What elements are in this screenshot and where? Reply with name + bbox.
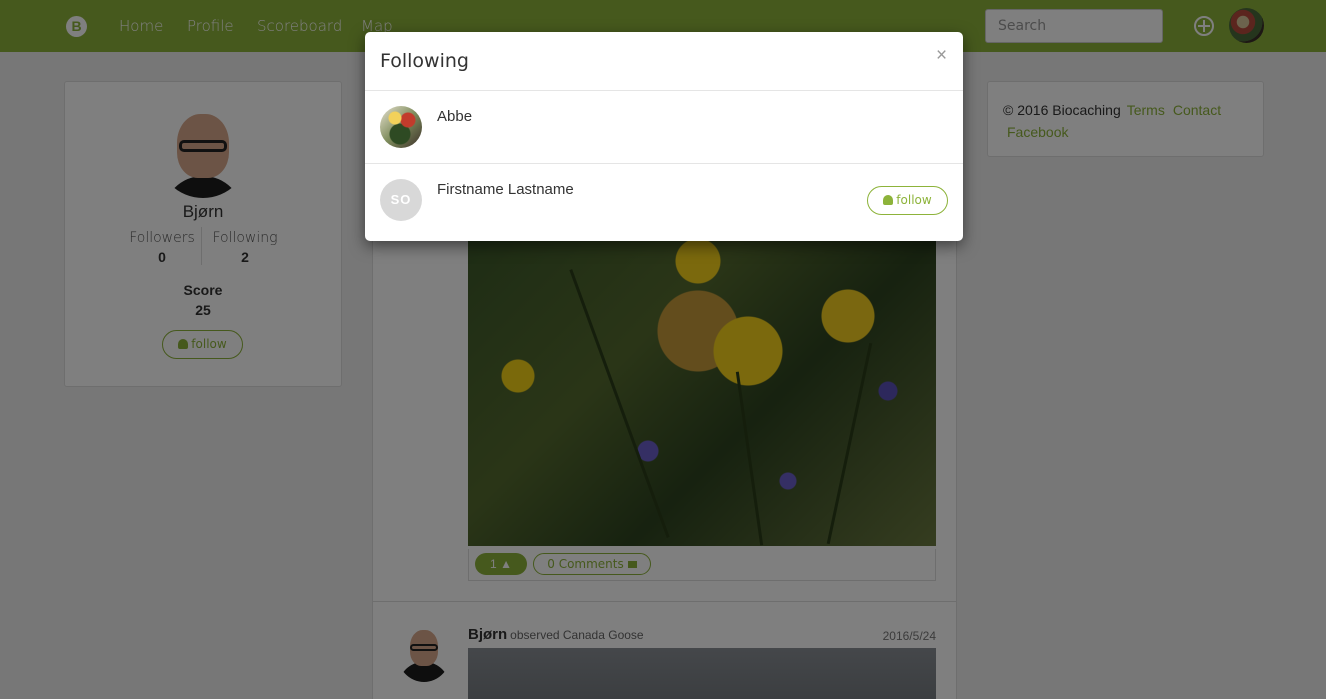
follow-label: follow xyxy=(896,193,932,207)
following-user-avatar[interactable] xyxy=(380,106,422,148)
add-user-icon xyxy=(883,195,894,205)
list-divider xyxy=(365,163,963,164)
close-icon[interactable]: × xyxy=(936,45,947,67)
following-user-avatar[interactable]: SO xyxy=(380,179,422,221)
follow-button[interactable]: follow xyxy=(867,186,948,215)
following-modal: Following × Abbe SO Firstname Lastname f… xyxy=(365,32,963,241)
modal-title: Following xyxy=(380,50,469,72)
modal-header-divider xyxy=(365,90,963,91)
following-user-name[interactable]: Firstname Lastname xyxy=(437,181,574,198)
following-user-name[interactable]: Abbe xyxy=(437,108,472,125)
